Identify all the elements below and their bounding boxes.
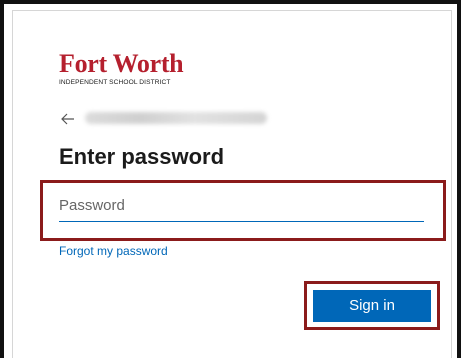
logo-subtitle: INDEPENDENT SCHOOL DISTRICT bbox=[59, 79, 171, 86]
district-logo: Fort Worth INDEPENDENT SCHOOL DISTRICT bbox=[59, 49, 184, 87]
password-input[interactable] bbox=[59, 194, 424, 222]
forgot-password-link[interactable]: Forgot my password bbox=[59, 244, 168, 259]
logo-wordmark: Fort Worth bbox=[59, 49, 184, 78]
page-title: Enter password bbox=[59, 144, 225, 169]
masked-account-email bbox=[85, 112, 267, 124]
arrow-left-icon[interactable] bbox=[61, 112, 75, 125]
sign-in-button[interactable]: Sign in bbox=[313, 290, 431, 322]
account-row bbox=[61, 110, 267, 126]
